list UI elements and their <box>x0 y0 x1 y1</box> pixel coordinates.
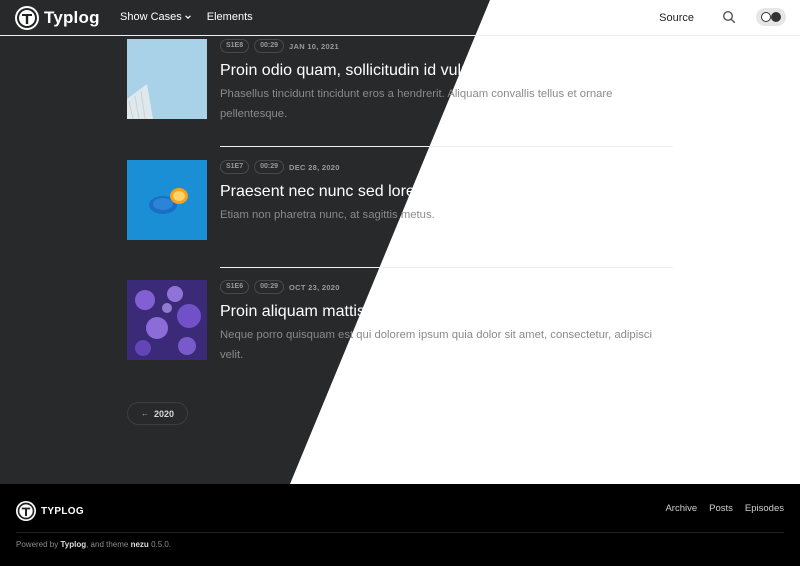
episode-title[interactable]: Proin aliquam mattis felis non condiment… <box>220 302 660 322</box>
episode-meta: S1E7 00:29 DEC 28, 2020 <box>220 160 660 174</box>
toggle-dark-dot <box>771 12 781 22</box>
episode-meta: S1E8 00:29 JAN 10, 2021 <box>220 39 660 53</box>
powered-prefix: Powered by <box>16 540 59 549</box>
toggle-light-dot <box>761 12 771 22</box>
theme-name-link[interactable]: nezu <box>131 540 149 549</box>
episode-item[interactable]: S1E8 00:29 JAN 10, 2021 Proin odio quam,… <box>127 39 673 120</box>
source-link[interactable]: Source <box>659 12 694 24</box>
typlog-logo-icon <box>15 6 39 30</box>
powered-by-text: Powered by Typlog, and theme nezu 0.5.0. <box>16 540 171 549</box>
episode-description: Neque porro quisquam est qui dolorem ips… <box>220 329 653 361</box>
logo-text: Typlog <box>44 8 100 27</box>
previous-year-button[interactable]: ← 2020 <box>127 402 188 425</box>
nav-elements-label: Elements <box>206 11 253 23</box>
main-nav: Show Cases Elements <box>120 11 268 23</box>
episode-number-badge: S1E8 <box>220 39 250 53</box>
nav-show-cases-label: Show Cases <box>120 11 182 23</box>
episode-thumbnail[interactable] <box>127 160 207 240</box>
footer-divider <box>16 532 784 533</box>
episode-body: S1E8 00:29 JAN 10, 2021 Proin odio quam,… <box>220 39 660 124</box>
episode-thumbnail[interactable] <box>127 280 207 360</box>
episode-item[interactable]: S1E6 00:29 OCT 23, 2020 Proin aliquam ma… <box>127 280 673 361</box>
duration-badge: 00:29 <box>254 160 285 174</box>
episode-title[interactable]: Praesent nec nunc sed lorem <box>220 182 660 202</box>
episode-number-badge: S1E6 <box>220 280 250 294</box>
episode-body: S1E7 00:29 DEC 28, 2020 Praesent nec nun… <box>220 160 660 225</box>
episode-item[interactable]: S1E7 00:29 DEC 28, 2020 Praesent nec nun… <box>127 160 673 240</box>
chevron-down-icon <box>184 15 191 20</box>
footer-logo-text: TYPLOG <box>41 505 84 517</box>
previous-year-label: 2020 <box>153 408 175 419</box>
theme-version: 0.5.0. <box>151 540 172 549</box>
arrow-left-icon: ← <box>140 409 149 418</box>
episode-divider <box>220 146 673 147</box>
duration-badge: 00:29 <box>254 39 285 53</box>
episode-meta: S1E6 00:29 OCT 23, 2020 <box>220 280 660 294</box>
episode-title[interactable]: Proin odio quam, sollicitudin id vulputa… <box>220 61 660 81</box>
site-logo[interactable]: Typlog <box>15 6 100 30</box>
theme-toggle-icon[interactable] <box>756 8 786 26</box>
footer-links: Archive Posts Episodes <box>653 503 784 514</box>
duration-badge: 00:29 <box>254 280 285 294</box>
episode-date: DEC 28, 2020 <box>289 162 340 172</box>
footer-link-archive[interactable]: Archive <box>665 503 697 514</box>
footer-link-posts[interactable]: Posts <box>709 503 733 514</box>
typlog-logo-icon <box>16 501 36 521</box>
episode-date: JAN 10, 2021 <box>289 41 339 51</box>
episode-thumbnail[interactable] <box>127 39 207 119</box>
nav-elements[interactable]: Elements <box>207 11 253 23</box>
episode-description: Phasellus tincidunt tincidunt eros a hen… <box>220 88 613 120</box>
episode-description: Etiam non pharetra nunc, at sagittis met… <box>220 209 435 221</box>
footer-link-episodes[interactable]: Episodes <box>745 503 784 514</box>
powered-mid: , and theme <box>86 540 129 549</box>
episode-number-badge: S1E7 <box>220 160 250 174</box>
episode-divider <box>220 267 673 268</box>
header-actions: Source <box>659 8 786 26</box>
search-icon[interactable] <box>720 8 738 26</box>
episode-date: OCT 23, 2020 <box>289 282 340 292</box>
episode-list: S1E8 00:29 JAN 10, 2021 Proin odio quam,… <box>127 39 673 361</box>
episode-body: S1E6 00:29 OCT 23, 2020 Proin aliquam ma… <box>220 280 660 365</box>
site-footer: TYPLOG Archive Posts Episodes Powered by… <box>0 484 800 566</box>
site-header: Typlog Show Cases Elements Source <box>0 0 800 36</box>
nav-show-cases[interactable]: Show Cases <box>120 11 192 23</box>
powered-brand-link[interactable]: Typlog <box>60 540 86 549</box>
footer-logo[interactable]: TYPLOG <box>16 501 84 521</box>
